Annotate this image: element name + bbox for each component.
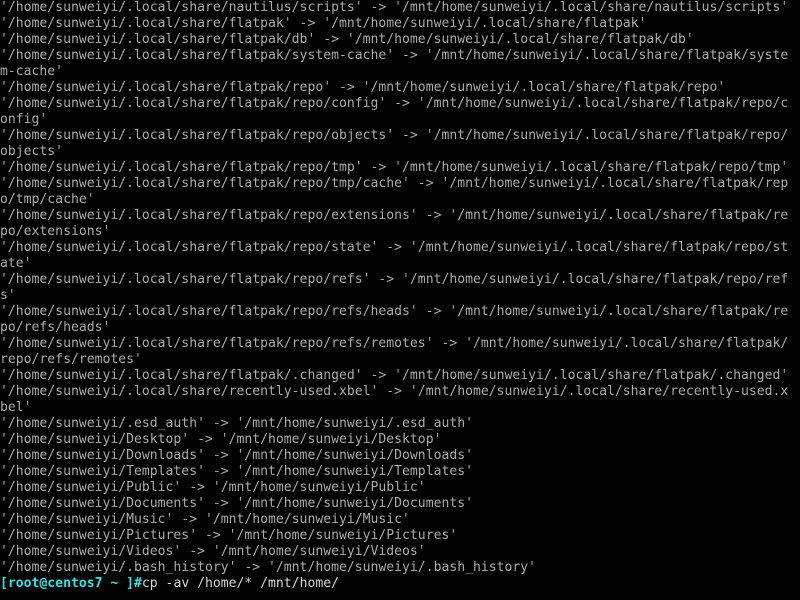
terminal-output-line: '/home/sunweiyi/.local/share/flatpak/rep… xyxy=(0,128,789,143)
terminal-output-line: po/refs/heads' xyxy=(0,320,111,335)
terminal-output-line: '/home/sunweiyi/Videos' -> '/mnt/home/su… xyxy=(0,544,426,559)
terminal-output-line: po/extensions' xyxy=(0,224,111,239)
command-input[interactable]: cp -av /home/* /mnt/home/ xyxy=(142,576,339,591)
terminal-output-line: onfig' xyxy=(0,112,48,127)
terminal-output-line: '/home/sunweiyi/.esd_auth' -> '/mnt/home… xyxy=(0,416,473,431)
terminal-output-line: objects' xyxy=(0,144,64,159)
terminal-output-line: '/home/sunweiyi/.local/share/recently-us… xyxy=(0,384,789,399)
terminal-output-line: '/home/sunweiyi/Public' -> '/mnt/home/su… xyxy=(0,480,426,495)
terminal-output-line: '/home/sunweiyi/Pictures' -> '/mnt/home/… xyxy=(0,528,458,543)
terminal-output-line: ate' xyxy=(0,256,32,271)
terminal-output-line: '/home/sunweiyi/.local/share/flatpak/rep… xyxy=(0,208,789,223)
terminal-output-line: '/home/sunweiyi/.local/share/nautilus/sc… xyxy=(0,0,789,15)
terminal-output-line: '/home/sunweiyi/Music' -> '/mnt/home/sun… xyxy=(0,512,410,527)
terminal-prompt-line[interactable]: [root@centos7 ~ ]#cp -av /home/* /mnt/ho… xyxy=(0,576,800,592)
terminal-window[interactable]: '/home/sunweiyi/.local/share/nautilus/sc… xyxy=(0,0,800,600)
terminal-output-line: s' xyxy=(0,288,16,303)
terminal-output-line: '/home/sunweiyi/Templates' -> '/mnt/home… xyxy=(0,464,473,479)
terminal-output-line: repo/refs/remotes' xyxy=(0,352,142,367)
terminal-output-line: '/home/sunweiyi/.local/share/flatpak/rep… xyxy=(0,272,789,287)
terminal-output-line: o/tmp/cache' xyxy=(0,192,95,207)
terminal-output-line: '/home/sunweiyi/.local/share/flatpak/rep… xyxy=(0,176,789,191)
terminal-output-line: '/home/sunweiyi/.bash_history' -> '/mnt/… xyxy=(0,560,537,575)
terminal-output-line: '/home/sunweiyi/.local/share/flatpak/rep… xyxy=(0,80,726,95)
terminal-output-line: '/home/sunweiyi/.local/share/flatpak' ->… xyxy=(0,16,647,31)
shell-prompt: [root@centos7 ~ ]# xyxy=(0,576,142,591)
terminal-output-line: bel' xyxy=(0,400,32,415)
terminal-output-line: '/home/sunweiyi/.local/share/flatpak/sys… xyxy=(0,48,789,63)
terminal-output-line: '/home/sunweiyi/.local/share/flatpak/.ch… xyxy=(0,368,789,383)
terminal-output-line: '/home/sunweiyi/.local/share/flatpak/rep… xyxy=(0,160,789,175)
terminal-output-line: '/home/sunweiyi/.local/share/flatpak/rep… xyxy=(0,240,789,255)
terminal-output-line: m-cache' xyxy=(0,64,64,79)
terminal-screen-buffer[interactable]: '/home/sunweiyi/.local/share/nautilus/sc… xyxy=(0,0,800,592)
terminal-output-line: '/home/sunweiyi/.local/share/flatpak/rep… xyxy=(0,304,789,319)
text-cursor xyxy=(339,577,347,591)
terminal-output-line: '/home/sunweiyi/.local/share/flatpak/rep… xyxy=(0,336,789,351)
terminal-output-line: '/home/sunweiyi/Desktop' -> '/mnt/home/s… xyxy=(0,432,442,447)
terminal-output-line: '/home/sunweiyi/.local/share/flatpak/rep… xyxy=(0,96,789,111)
terminal-output-line: '/home/sunweiyi/.local/share/flatpak/db'… xyxy=(0,32,694,47)
terminal-output-line: '/home/sunweiyi/Documents' -> '/mnt/home… xyxy=(0,496,473,511)
terminal-output-line: '/home/sunweiyi/Downloads' -> '/mnt/home… xyxy=(0,448,473,463)
